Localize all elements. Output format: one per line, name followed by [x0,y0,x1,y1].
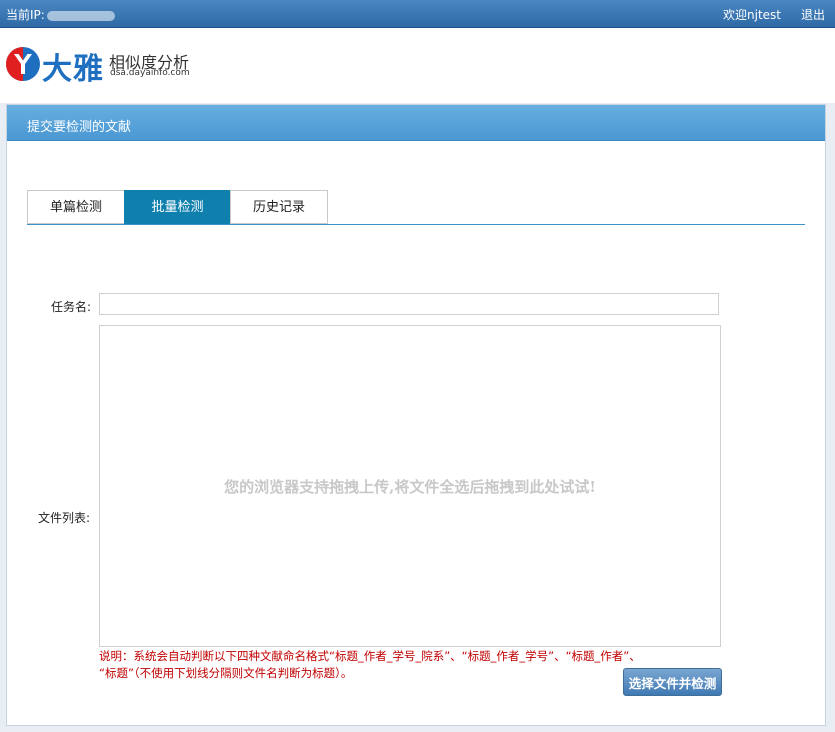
panel-header: 提交要检测的文献 [7,105,825,141]
current-ip-label: 当前IP: [6,8,45,22]
naming-note: 说明：系统会自动判断以下四种文献命名格式“标题_作者_学号_院系”、“标题_作者… [99,648,709,682]
ip-redacted [46,10,115,21]
tab-single-check[interactable]: 单篇检测 [27,190,125,224]
header: 大雅 相似度分析 dsa.dayainfo.com [0,28,835,103]
file-list-label: 文件列表: [38,511,91,525]
current-ip: 当前IP: [6,6,115,23]
tab-batch-check[interactable]: 批量检测 [124,190,231,224]
tab-history[interactable]: 历史记录 [230,190,328,224]
tab-underline [27,224,805,225]
file-drop-area[interactable]: 您的浏览器支持拖拽上传,将文件全选后拖拽到此处试试! [99,325,721,647]
task-name-input[interactable] [99,293,719,315]
dsa-logo-icon [6,47,40,81]
task-name-label: 任务名: [51,300,92,314]
top-bar: 当前IP: 欢迎njtest 退出 [0,0,835,28]
welcome-user: 欢迎njtest [723,8,781,22]
naming-note-line-2: “标题”（不使用下划线分隔则文件名判断为标题）。 [99,666,353,680]
submit-panel: 提交要检测的文献 单篇检测 批量检测 历史记录 任务名: 文件列表: 您的浏览器… [6,104,826,726]
brand-name: 大雅 [42,52,104,87]
logout-link[interactable]: 退出 [801,6,825,23]
select-files-and-check-button[interactable]: 选择文件并检测 [623,668,722,696]
naming-note-line-1: 说明：系统会自动判断以下四种文献命名格式“标题_作者_学号_院系”、“标题_作者… [99,649,641,663]
brand-url: dsa.dayainfo.com [110,68,190,78]
drop-hint-text: 您的浏览器支持拖拽上传,将文件全选后拖拽到此处试试! [224,478,596,496]
panel-title: 提交要检测的文献 [27,120,132,135]
